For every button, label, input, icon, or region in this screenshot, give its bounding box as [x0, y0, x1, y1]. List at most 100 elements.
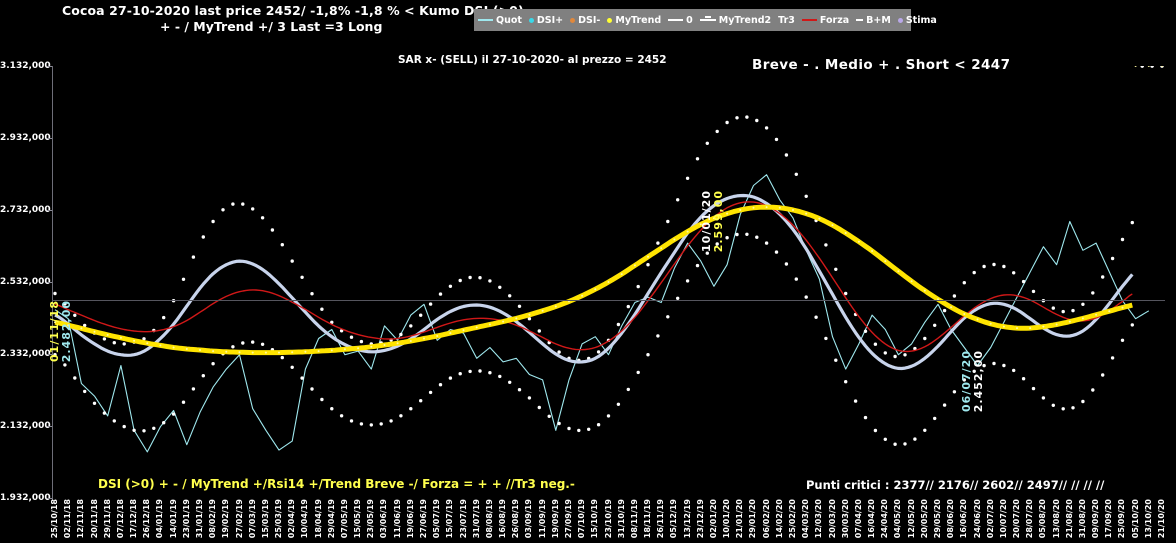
x-axis-tick-label: 07/10/19	[577, 499, 587, 539]
x-axis-tick-label: 02/11/18	[63, 499, 73, 539]
x-axis-tick-label: 05/08/20	[1038, 499, 1048, 539]
x-axis-tick-label: 10/04/19	[300, 499, 310, 539]
y-axis-tick-mark	[47, 354, 52, 355]
x-axis-tick-label: 07/05/19	[339, 499, 349, 539]
legend-label: B+M	[866, 14, 891, 26]
x-axis-tick-label: 06/02/20	[761, 499, 771, 539]
y-axis-tick-mark	[47, 282, 52, 283]
legend-label: Forza	[819, 14, 850, 26]
x-axis-tick-label: 21/08/20	[1064, 499, 1074, 539]
x-axis-tick-label: 27/06/19	[419, 499, 428, 539]
chart-title-line1: Cocoa 27-10-2020 last price 2452/ -1,8% …	[62, 3, 524, 18]
y-axis-tick-mark	[47, 138, 52, 139]
x-axis-tick-label: 29/01/20	[748, 499, 758, 539]
legend-label: DSI-	[578, 14, 601, 26]
legend-item-quot[interactable]: Quot	[478, 15, 522, 26]
sar-status-text: SAR x- (SELL) il 27-10-2020- al prezzo =…	[398, 54, 667, 66]
x-axis-tick-label: 31/08/20	[1077, 499, 1087, 539]
legend-marker-plusline-icon	[699, 16, 716, 21]
legend-item-dsi-[interactable]: DSI-	[570, 15, 600, 26]
x-axis-tick-label: 03/09/19	[524, 499, 534, 539]
x-axis-tick-label: 27/02/19	[234, 499, 244, 539]
x-axis-tick-label: 14/01/19	[168, 499, 178, 539]
x-axis-tick-label: 24/06/20	[972, 499, 982, 539]
x-axis-tick-label: 23/07/19	[458, 499, 468, 539]
x-axis-tick-label: 28/07/20	[1025, 499, 1035, 539]
x-axis-tick-label: 12/11/18	[76, 499, 86, 539]
chart-application: Cocoa 27-10-2020 last price 2452/ -1,8% …	[0, 0, 1176, 543]
x-axis-tick-label: 15/10/19	[590, 499, 600, 539]
legend-marker-line-icon	[801, 19, 817, 21]
x-axis-tick-label: 12/03/20	[814, 499, 824, 539]
x-axis-tick-label: 02/07/20	[985, 499, 995, 539]
x-axis-tick-label: 02/04/19	[287, 499, 297, 539]
y-axis-tick-label: 2.732,000	[0, 205, 51, 215]
legend-item-mytrend2[interactable]: MyTrend2	[699, 15, 771, 26]
legend-marker-dot-icon	[570, 17, 576, 23]
x-axis-tick-label: 13/12/19	[682, 499, 692, 539]
legend-marker-line-icon	[478, 19, 493, 21]
x-axis-tick-label: 31/07/19	[471, 499, 481, 539]
x-axis-tick-label: 23/12/19	[695, 499, 705, 539]
legend-item-b-m[interactable]: B+M	[856, 15, 891, 26]
legend-marker-dash-icon	[856, 19, 864, 21]
legend-item-forza[interactable]: Forza	[801, 14, 850, 26]
x-axis-tick-label: 17/12/18	[129, 499, 139, 539]
x-axis-tick-label: 15/07/19	[445, 499, 455, 539]
series-forza	[54, 201, 1133, 353]
y-axis-tick-label: 3.132,000	[0, 61, 51, 71]
x-axis-tick-label: 04/03/20	[801, 499, 811, 539]
legend-label: DSI+	[536, 14, 564, 26]
x-axis-tick-label: 03/06/19	[379, 499, 389, 539]
x-axis-tick-label: 02/01/20	[708, 499, 718, 539]
x-axis-tick-label: 13/08/20	[1051, 499, 1061, 539]
legend-item-stima[interactable]: Stima	[897, 14, 937, 26]
x-axis-tick-label: 29/04/19	[326, 499, 336, 539]
x-axis-tick-label: 25/10/18	[50, 499, 59, 539]
x-axis-tick-label: 07/04/20	[853, 499, 863, 539]
x-axis-tick-label: 08/06/20	[946, 499, 956, 539]
legend-label: Stima	[905, 14, 937, 26]
x-axis-tick-label: 26/11/19	[656, 499, 666, 539]
legend-label: MyTrend	[615, 14, 662, 26]
x-axis-tick-label: 15/05/19	[353, 499, 363, 539]
chart-canvas	[53, 66, 1164, 453]
legend-item-dsi-[interactable]: DSI+	[528, 14, 564, 26]
x-axis-tick-label: 10/07/20	[998, 499, 1008, 539]
series-mytrend2	[54, 193, 1134, 371]
x-axis-tick-label: 31/01/19	[194, 499, 204, 539]
x-axis-tick-label: 12/05/20	[906, 499, 916, 539]
x-axis-tick-label: 18/11/19	[643, 499, 653, 539]
legend-marker-line-icon	[668, 19, 684, 21]
x-axis-tick-label: 04/05/20	[893, 499, 903, 539]
ann-price-left: 2.482,00	[60, 300, 73, 363]
x-axis-tick-label: 14/02/20	[774, 499, 784, 539]
footer-indicator-summary: DSI (>0) + - / MyTrend +/Rsi14 +/Trend B…	[98, 477, 575, 491]
x-axis-tick-label: 17/09/20	[1104, 499, 1114, 539]
footer-critical-points: Punti critici : 2377// 2176// 2602// 249…	[806, 478, 1105, 492]
x-axis-tick-label: 25/02/20	[788, 499, 797, 539]
legend-item-tr3[interactable]: Tr3	[778, 15, 795, 26]
x-axis-tick-label: 20/05/20	[919, 499, 929, 539]
y-axis-tick-label: 2.332,000	[0, 349, 51, 359]
y-axis-tick-mark	[47, 426, 52, 427]
x-axis-tick-label: 26/12/18	[142, 499, 152, 539]
x-axis-tick-label: 09/09/20	[1091, 499, 1101, 539]
x-axis-tick-label: 23/05/19	[366, 499, 376, 539]
chart-legend: Quot DSI+ DSI- MyTrend 0 MyTrend2 Tr3 Forza B+M S…	[474, 9, 937, 31]
x-axis-tick-label: 16/04/20	[867, 499, 877, 539]
x-axis-tick-label: 11/09/19	[537, 499, 547, 539]
x-axis-tick-label: 20/03/20	[827, 499, 837, 539]
x-axis-tick-label: 16/08/19	[498, 499, 508, 539]
legend-item-mytrend[interactable]: MyTrend	[607, 15, 661, 26]
x-axis-tick-label: 19/09/19	[550, 499, 560, 539]
legend-item-0[interactable]: 0	[668, 15, 693, 26]
y-axis-tick-mark	[47, 498, 52, 499]
x-axis-tick-label: 08/08/19	[484, 499, 494, 539]
y-axis-tick-mark	[47, 66, 52, 67]
series-mytrend2-lower	[53, 66, 1164, 446]
y-axis-tick-mark	[47, 210, 52, 211]
legend-label: 0	[686, 14, 693, 26]
x-axis-tick-label: 08/02/19	[208, 499, 218, 539]
plot-area	[52, 66, 1165, 498]
